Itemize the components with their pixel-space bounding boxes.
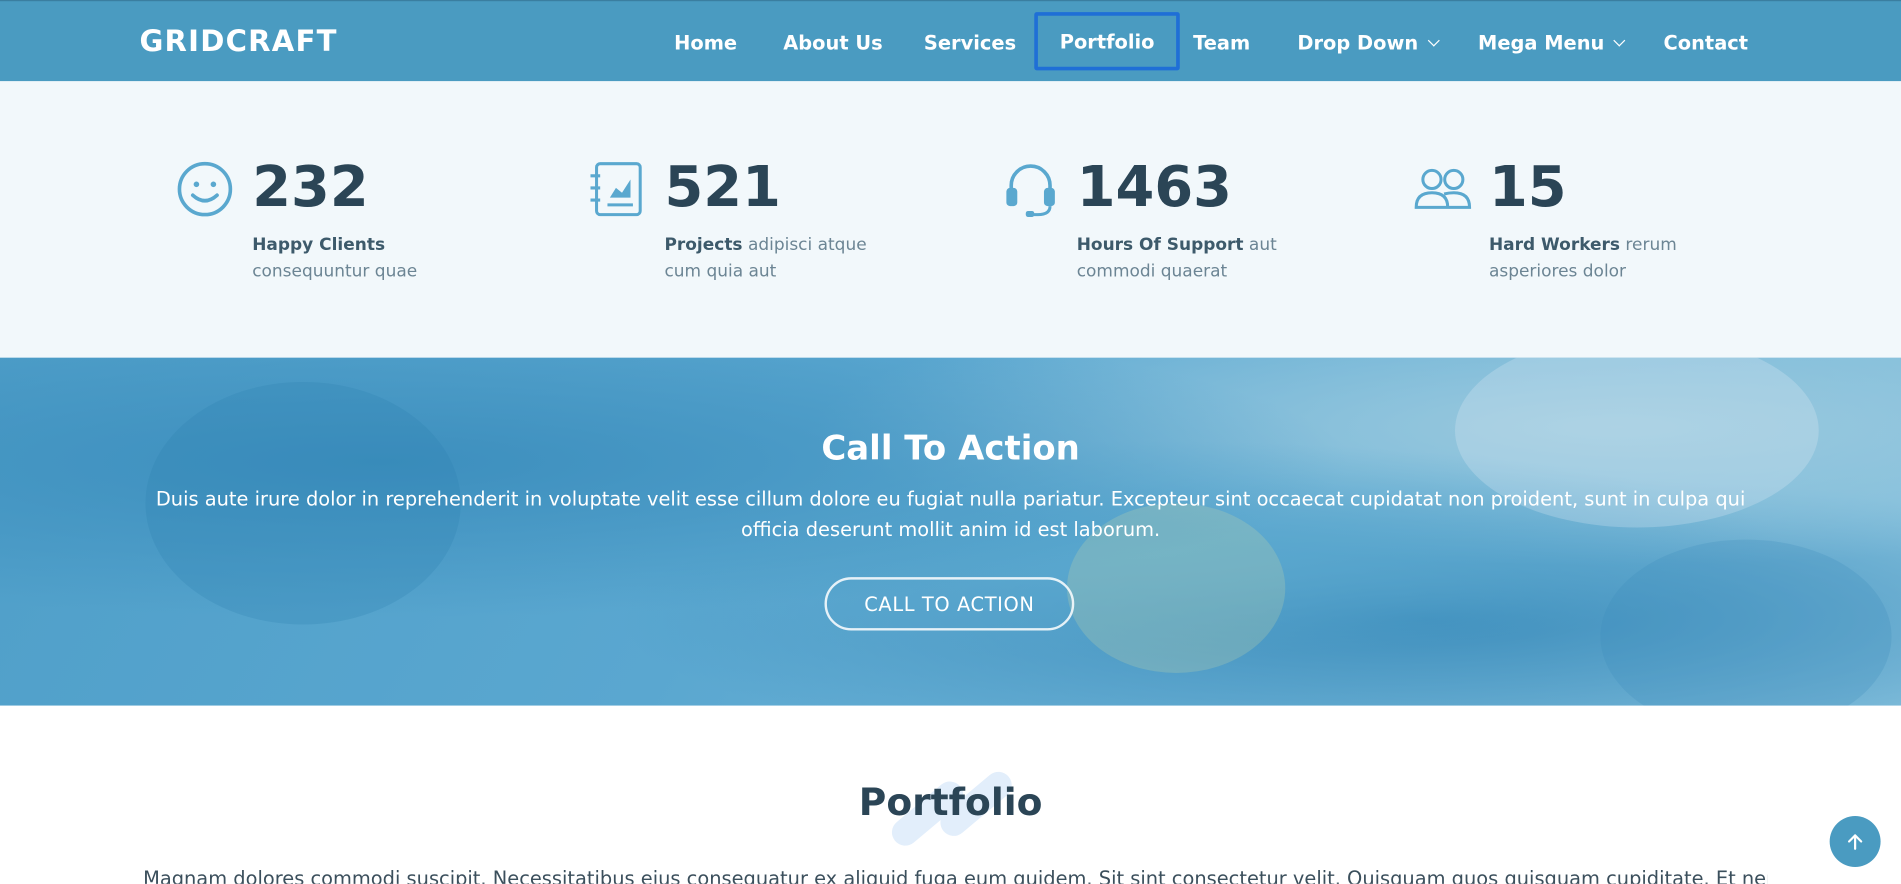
- headset-icon: [1006, 164, 1055, 218]
- smile-icon: [177, 161, 233, 217]
- call-to-action-section: Call To Action Duis aute irure dolor in …: [0, 357, 1901, 706]
- stat-description: Projects adipisci atque cum quia aut: [664, 232, 907, 285]
- stat-number: 1463: [1076, 153, 1232, 220]
- chevron-down-icon: [1613, 34, 1626, 47]
- stat-description: Happy Clients consequuntur quae: [252, 232, 494, 285]
- back-to-top-button[interactable]: [1829, 816, 1881, 867]
- nav-home[interactable]: Home: [674, 28, 737, 57]
- stat-label: Hours Of Support: [1076, 235, 1244, 255]
- nav-contact[interactable]: Contact: [1664, 28, 1749, 57]
- stat-description: Hours Of Support aut commodi quaerat: [1077, 232, 1320, 285]
- nav-team[interactable]: Team: [1193, 28, 1250, 57]
- nav-drop-down-label: Drop Down: [1297, 30, 1419, 54]
- nav-team-label: Team: [1193, 30, 1251, 54]
- stat-label: Happy Clients: [252, 235, 386, 255]
- call-to-action-button[interactable]: CALL TO ACTION: [824, 577, 1075, 631]
- nav-portfolio[interactable]: Portfolio: [1034, 12, 1180, 71]
- stat-label: Projects: [664, 235, 743, 255]
- stat-happy-clients: 232 Happy Clients consequuntur quae: [177, 153, 541, 289]
- nav-home-label: Home: [674, 30, 738, 54]
- stat-text: consequuntur quae: [252, 261, 418, 282]
- nav-about-label: About Us: [783, 30, 883, 54]
- stat-hard-workers: 15 Hard Workers rerum asperiores dolor: [1414, 153, 1778, 289]
- nav-portfolio-label: Portfolio: [1059, 29, 1155, 53]
- stat-number: 15: [1488, 153, 1567, 220]
- nav-contact-label: Contact: [1663, 30, 1749, 54]
- journal-chart-icon: [590, 162, 642, 217]
- stat-number: 521: [664, 153, 781, 220]
- portfolio-intro-text: Magnam dolores commodi suscipit. Necessi…: [143, 866, 1768, 884]
- stat-description: Hard Workers rerum asperiores dolor: [1489, 232, 1732, 285]
- nav-services[interactable]: Services: [924, 28, 1016, 57]
- cta-title: Call To Action: [821, 428, 1080, 469]
- nav-mega-menu[interactable]: Mega Menu: [1478, 28, 1626, 57]
- portfolio-section: Portfolio Magnam dolores commodi suscipi…: [0, 705, 1901, 884]
- arrow-up-icon: [1847, 834, 1863, 850]
- stats-section: 232 Happy Clients consequuntur quae 521 P…: [0, 81, 1901, 358]
- nav-about-us[interactable]: About Us: [783, 28, 882, 57]
- chevron-down-icon: [1427, 34, 1440, 47]
- stat-hours-support: 1463 Hours Of Support aut commodi quaera…: [1002, 153, 1366, 289]
- portfolio-title: Portfolio: [858, 780, 1043, 825]
- nav-drop-down[interactable]: Drop Down: [1297, 28, 1440, 57]
- people-icon: [1414, 168, 1472, 209]
- stat-label: Hard Workers: [1488, 235, 1621, 255]
- nav-services-label: Services: [923, 30, 1017, 54]
- nav-mega-menu-label: Mega Menu: [1478, 30, 1605, 54]
- cta-text: Duis aute irure dolor in reprehenderit i…: [155, 487, 1746, 541]
- background-swirl: [1600, 539, 1892, 706]
- site-header: GRIDCRAFT Home About Us Services Portfol…: [0, 0, 1901, 82]
- site-logo[interactable]: GRIDCRAFT: [139, 24, 337, 58]
- stat-number: 232: [252, 153, 369, 220]
- stat-projects: 521 Projects adipisci atque cum quia aut: [589, 153, 953, 289]
